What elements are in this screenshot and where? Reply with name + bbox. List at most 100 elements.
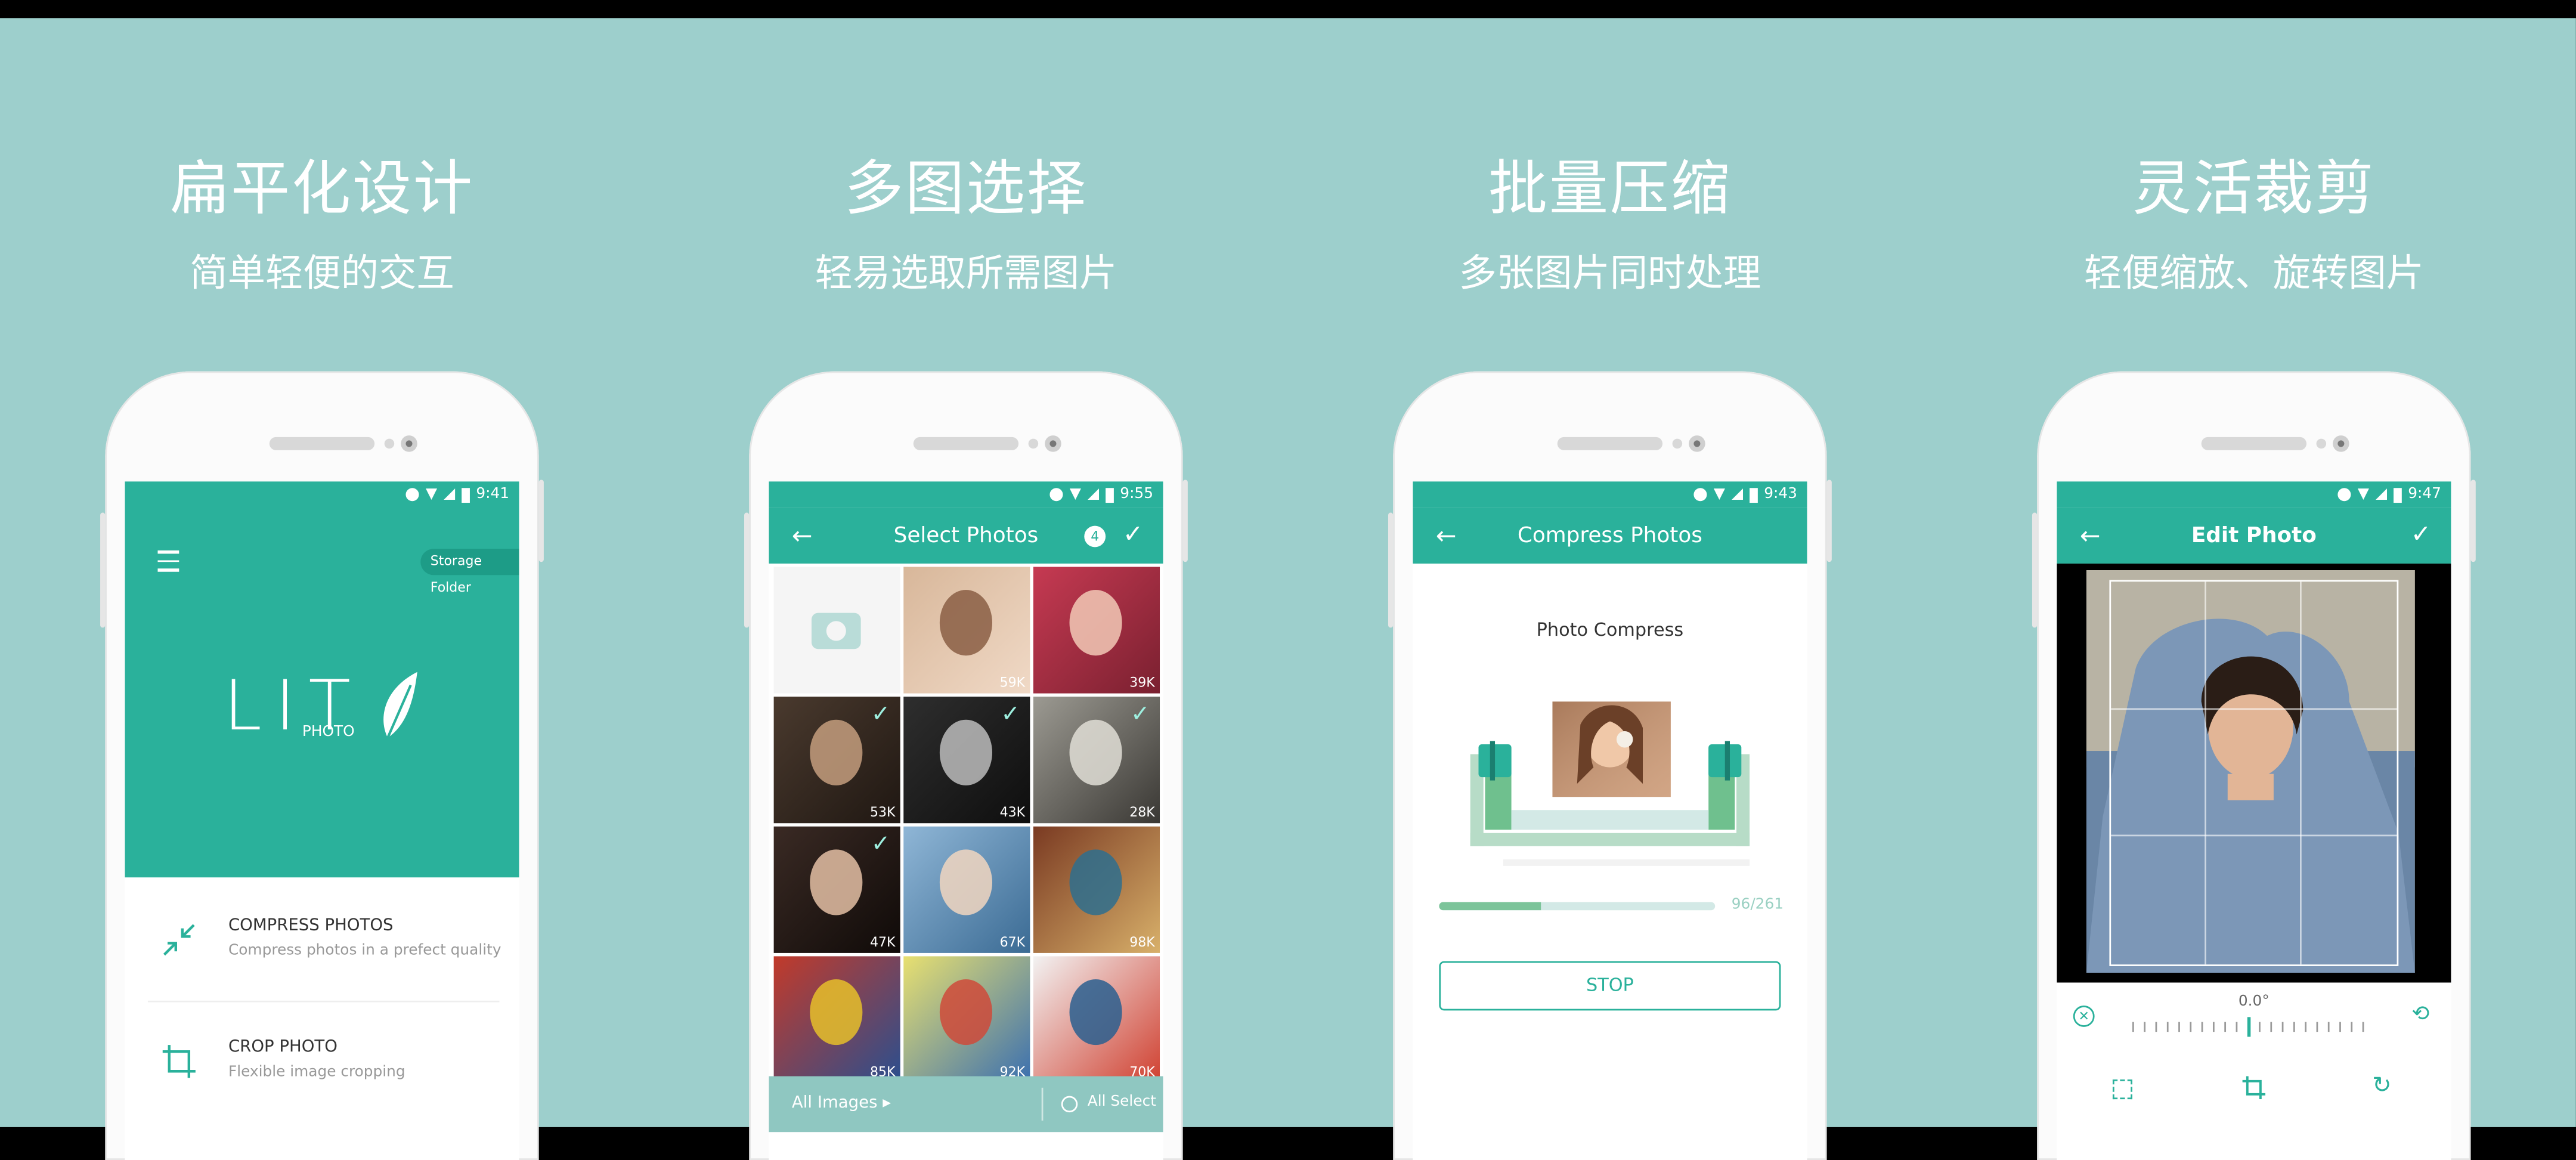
menu-item-compress[interactable]: COMPRESS PHOTOS Compress photos in a pre… <box>125 902 519 994</box>
signal-icon: ◢ <box>444 486 456 503</box>
crop-frame[interactable] <box>2109 580 2399 966</box>
camera-tile[interactable] <box>773 567 900 694</box>
camera-icon <box>811 613 861 649</box>
photo-size: 43K <box>999 805 1026 820</box>
menu-item-crop[interactable]: CROP PHOTO Flexible image cropping <box>125 1023 519 1115</box>
photo-tile[interactable]: 53K ✓ <box>773 697 900 824</box>
photo-tile[interactable]: 98K <box>1033 826 1160 953</box>
leaf-icon <box>383 672 417 738</box>
battery-icon <box>1106 487 1114 502</box>
panel-subtitle: 轻易选取所需图片 <box>815 253 1117 296</box>
confirm-check-icon[interactable]: ✓ <box>2411 519 2432 549</box>
ruler-tick <box>2351 1022 2353 1032</box>
photo-tile[interactable]: 47K ✓ <box>773 826 900 953</box>
battery-icon <box>2394 487 2402 502</box>
compress-press-illustration <box>1470 701 1750 866</box>
dnd-icon <box>2337 488 2351 502</box>
radio-icon[interactable] <box>1061 1096 1078 1113</box>
logo-sub: PHOTO <box>302 724 355 741</box>
wifi-icon: ▼ <box>1069 486 1082 503</box>
rotation-ruler[interactable] <box>2132 1017 2364 1037</box>
phone-frame: ▼ ◢ 9:47 ← Edit Photo ✓ 0.0° ✕ ⟲ ↻ <box>2032 371 2476 1160</box>
photo-size: 47K <box>869 935 896 950</box>
signal-icon: ◢ <box>2375 486 2388 503</box>
ruler-tick <box>2305 1022 2307 1032</box>
battery-icon <box>462 487 470 502</box>
photo-tile[interactable]: 70K <box>1033 956 1160 1083</box>
ruler-tick <box>2212 1022 2215 1032</box>
photo-tile[interactable]: 85K <box>773 956 900 1083</box>
fit-screen-icon[interactable] <box>2112 1079 2132 1100</box>
photo-size: 53K <box>869 805 896 820</box>
photo-tile[interactable]: 92K <box>903 956 1030 1083</box>
ruler-tick <box>2293 1022 2295 1032</box>
rotate-icon[interactable]: ↻ <box>2372 1073 2391 1099</box>
ruler-tick <box>2270 1022 2272 1032</box>
status-time: 9:47 <box>2408 486 2441 503</box>
photo-size: 59K <box>999 675 1026 691</box>
home-screen: ▼ ◢ 9:41 Storage Folder LIT PHOTO COMPRE… <box>125 481 519 1160</box>
rotation-angle: 0.0° <box>2238 994 2270 1011</box>
progress-fill <box>1439 902 1541 911</box>
selected-check-icon: ✓ <box>1001 701 1020 728</box>
photo-size: 28K <box>1129 805 1155 820</box>
confirm-check-icon[interactable]: ✓ <box>1123 519 1144 549</box>
ruler-tick <box>2166 1022 2169 1032</box>
ruler-tick <box>2224 1022 2227 1032</box>
hamburger-icon[interactable] <box>157 550 179 571</box>
select-screen: ▼ ◢ 9:55 ← Select Photos 4 ✓ 59K 39K 53K ✓ 4… <box>769 481 1163 1160</box>
screen-title: Edit Photo <box>2191 524 2317 549</box>
ruler-tick <box>2247 1017 2251 1037</box>
select-all-label[interactable]: All Select <box>1088 1094 1156 1111</box>
compress-icon <box>163 924 195 956</box>
image-canvas <box>2057 563 2451 983</box>
selected-count-badge: 4 <box>1084 525 1106 547</box>
panel-multi-select: 多图选择 轻易选取所需图片 ▼ ◢ 9:55 ← Select Photos 4… <box>644 0 1288 1160</box>
ruler-tick <box>2339 1022 2341 1032</box>
photo-size: 98K <box>1129 935 1155 950</box>
status-time: 9:41 <box>476 486 510 503</box>
photo-tile[interactable]: 28K ✓ <box>1033 697 1160 824</box>
ruler-tick <box>2190 1022 2192 1032</box>
ruler-tick <box>2201 1022 2203 1032</box>
selected-check-icon: ✓ <box>1131 701 1150 728</box>
photo-tile[interactable]: 43K ✓ <box>903 697 1030 824</box>
photo-tile[interactable]: 59K <box>903 567 1030 694</box>
status-time: 9:43 <box>1764 486 1797 503</box>
progress-count: 96/261 <box>1731 897 1784 914</box>
phone-frame: ▼ ◢ 9:43 ← Compress Photos Photo Compres… <box>1388 371 1832 1160</box>
photo-tile[interactable]: 67K <box>903 826 1030 953</box>
crop-icon[interactable] <box>2242 1076 2266 1100</box>
cancel-circle-icon[interactable]: ✕ <box>2073 1006 2095 1027</box>
ruler-tick <box>2155 1022 2157 1032</box>
reset-rotation-icon[interactable]: ⟲ <box>2411 1003 2429 1027</box>
ruler-tick <box>2327 1022 2330 1032</box>
selected-check-icon: ✓ <box>871 831 891 858</box>
ruler-tick <box>2362 1022 2364 1032</box>
compress-screen: ▼ ◢ 9:43 ← Compress Photos Photo Compres… <box>1413 481 1807 1160</box>
phone-frame: ▼ ◢ 9:41 Storage Folder LIT PHOTO COMPRE… <box>100 371 544 1160</box>
battery-icon <box>1750 487 1758 502</box>
bottom-bar: All Images ▸ All Select <box>769 1076 1163 1133</box>
ruler-tick <box>2236 1022 2238 1032</box>
panel-subtitle: 简单轻便的交互 <box>190 253 454 296</box>
menu-item-title: CROP PHOTO <box>228 1038 338 1057</box>
panel-title: 批量压缩 <box>1488 156 1732 224</box>
stop-button[interactable]: STOP <box>1439 961 1781 1011</box>
selected-check-icon: ✓ <box>871 701 891 728</box>
panel-batch-compress: 批量压缩 多张图片同时处理 ▼ ◢ 9:43 ← Compress Photos <box>1288 0 1932 1160</box>
ruler-tick <box>2281 1022 2284 1032</box>
photo-grid: 59K 39K 53K ✓ 43K ✓ 28K ✓ 47K ✓ 67K 98K 85K 92K 70K <box>769 563 1163 1083</box>
edit-screen: ▼ ◢ 9:47 ← Edit Photo ✓ 0.0° ✕ ⟲ ↻ <box>2057 481 2451 1160</box>
album-selector[interactable]: All Images ▸ <box>792 1094 891 1112</box>
wifi-icon: ▼ <box>2357 486 2369 503</box>
panel-subtitle: 多张图片同时处理 <box>1459 253 1761 296</box>
ruler-tick <box>2259 1022 2261 1032</box>
ruler-tick <box>2178 1022 2180 1032</box>
dnd-icon <box>1693 488 1707 502</box>
menu-item-desc: Flexible image cropping <box>228 1065 405 1081</box>
storage-folder-button[interactable]: Storage Folder <box>420 549 519 595</box>
phone-frame: ▼ ◢ 9:55 ← Select Photos 4 ✓ 59K 39K 53K ✓ 4… <box>744 371 1188 1160</box>
photo-tile[interactable]: 39K <box>1033 567 1160 694</box>
panel-flexible-crop: 灵活裁剪 轻便缩放、旋转图片 ▼ ◢ 9:47 ← Edit Photo ✓ 0… <box>1932 0 2576 1160</box>
